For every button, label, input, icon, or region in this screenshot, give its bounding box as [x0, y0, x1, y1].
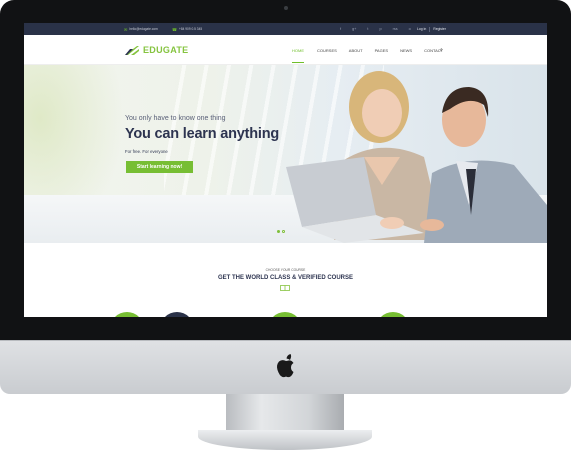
monitor-stand: [226, 394, 344, 434]
phone-text: +84 909 0.5 345: [178, 27, 203, 31]
facebook-icon[interactable]: f: [340, 27, 341, 31]
login-link[interactable]: Log in: [417, 27, 426, 31]
twitter-icon[interactable]: t: [367, 27, 368, 31]
brand-name: EDUGATE: [143, 45, 189, 55]
google-plus-icon[interactable]: g+: [352, 27, 356, 31]
nav-item-pages[interactable]: PAGES: [375, 35, 389, 65]
hero-title: You can learn anything: [125, 126, 280, 142]
register-link[interactable]: Register: [433, 27, 446, 31]
slider-dot[interactable]: [277, 230, 280, 233]
hero-pre-title: You only have to know one thing: [125, 115, 226, 122]
nav-item-home[interactable]: HOME: [292, 35, 304, 65]
course-category-circle[interactable]: [110, 312, 144, 317]
nav-item-about[interactable]: ABOUT: [349, 35, 363, 65]
phone-icon: ☎: [172, 26, 177, 32]
logo-mark-icon: [125, 46, 139, 55]
nav-menu: HOME COURSES ABOUT PAGES NEWS CONTACT: [292, 35, 443, 65]
course-category-circle[interactable]: [160, 312, 194, 317]
search-icon[interactable]: ⌕: [440, 35, 443, 65]
hero-people-image: [286, 71, 547, 243]
section-label: CHOOSE YOUR COURSE: [265, 268, 306, 272]
divider: [429, 26, 431, 32]
nav-item-courses[interactable]: COURSES: [317, 35, 337, 65]
nav-item-news[interactable]: NEWS: [400, 35, 412, 65]
hero-subtitle: For free. For everyone: [125, 149, 168, 154]
site-logo[interactable]: EDUGATE: [124, 41, 188, 59]
book-icon: [280, 285, 290, 291]
rss-icon[interactable]: rss: [393, 27, 398, 31]
email-text: hello@edugate.com: [129, 27, 158, 31]
slider-dot[interactable]: [282, 230, 285, 233]
course-category-circle[interactable]: [376, 312, 410, 317]
top-bar: ✉ hello@edugate.com ☎ +84 909 0.5 345 f …: [24, 23, 547, 35]
section-title: GET THE WORLD CLASS & VERIFIED COURSE: [217, 275, 353, 281]
topbar-phone[interactable]: ☎ +84 909 0.5 345: [172, 23, 202, 35]
courses-section: CHOOSE YOUR COURSE GET THE WORLD CLASS &…: [24, 243, 547, 317]
hero-banner: You only have to know one thing You can …: [24, 65, 547, 243]
main-navbar: EDUGATE HOME COURSES ABOUT PAGES NEWS CO…: [24, 35, 547, 65]
monitor-base: [198, 430, 372, 450]
pinterest-icon[interactable]: p: [379, 27, 381, 31]
slider-dots: [277, 230, 285, 233]
apple-logo: [277, 354, 294, 378]
course-category-circle[interactable]: [268, 312, 302, 317]
envelope-icon: ✉: [124, 26, 128, 32]
start-learning-button[interactable]: Start learning now!: [126, 161, 193, 173]
social-links: f g+ t p rss o: [340, 23, 411, 35]
auth-links: Log in Register: [417, 23, 446, 35]
topbar-email[interactable]: ✉ hello@edugate.com: [124, 23, 158, 35]
instagram-icon[interactable]: o: [409, 27, 411, 31]
camera: [284, 6, 288, 10]
website-screen: ✉ hello@edugate.com ☎ +84 909 0.5 345 f …: [24, 23, 547, 317]
